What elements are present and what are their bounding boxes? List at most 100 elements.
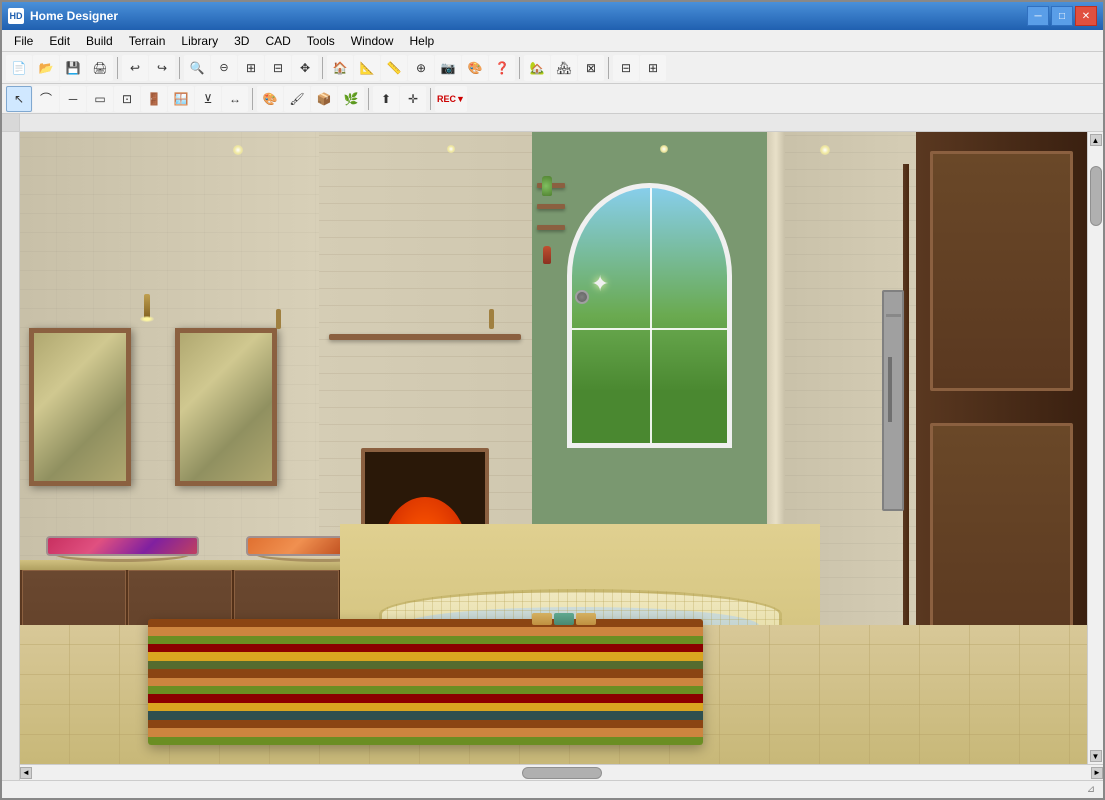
paint-tool[interactable]: 🎨 <box>257 86 283 112</box>
zoom-in-button[interactable]: 🔍 <box>184 55 210 81</box>
menu-tools[interactable]: Tools <box>299 32 343 50</box>
window-title: Home Designer <box>30 9 1027 23</box>
line-tool[interactable]: ─ <box>60 86 86 112</box>
camera-button[interactable]: 📷 <box>435 55 461 81</box>
menu-edit[interactable]: Edit <box>41 32 78 50</box>
material-tool[interactable]: 🖌 <box>284 86 310 112</box>
shower-fixture <box>882 290 904 511</box>
scroll-down-arrow[interactable]: ▼ <box>1090 750 1102 762</box>
resize-handle[interactable]: ⊿ <box>1083 782 1099 798</box>
toolbar-view-group: 🏠 📐 📏 ⊕ 📷 🎨 ❓ <box>327 55 515 81</box>
top-ruler <box>20 114 1103 132</box>
ceiling-light-1 <box>233 145 243 155</box>
window-frame <box>567 183 731 448</box>
open-button[interactable]: 📂 <box>33 55 59 81</box>
menu-terrain[interactable]: Terrain <box>121 32 174 50</box>
scroll-right-arrow[interactable]: ► <box>1091 767 1103 779</box>
rug-stripe-5 <box>148 652 703 660</box>
rug-stripe-1 <box>148 619 703 627</box>
fill-window-button[interactable]: ⊞ <box>238 55 264 81</box>
starburst: ✦ <box>591 271 609 297</box>
deck-button[interactable]: ⊠ <box>578 55 604 81</box>
elevation-button[interactable]: 📏 <box>381 55 407 81</box>
move-tool[interactable]: ✛ <box>400 86 426 112</box>
menu-file[interactable]: File <box>6 32 41 50</box>
cascade-button[interactable]: ⊟ <box>613 55 639 81</box>
rug <box>148 619 703 745</box>
minimize-button[interactable]: ─ <box>1027 6 1049 26</box>
mirror-left <box>29 328 131 486</box>
menu-library[interactable]: Library <box>173 32 226 50</box>
zoom-out-button[interactable]: ⊖ <box>211 55 237 81</box>
render-button[interactable]: 🎨 <box>462 55 488 81</box>
floor-plan-button[interactable]: 📐 <box>354 55 380 81</box>
rug-stripe-14 <box>148 728 703 736</box>
towel-2 <box>554 613 574 625</box>
shelf-vase-green <box>542 176 552 196</box>
sconce-glow <box>140 316 154 322</box>
save-button[interactable]: 💾 <box>60 55 86 81</box>
left-sconce-1 <box>276 309 281 329</box>
main-view: ✦ <box>20 114 1103 780</box>
arc-tool[interactable]: ⌒ <box>33 86 59 112</box>
scroll-left-arrow[interactable]: ◄ <box>20 767 32 779</box>
viewport-container: ✦ <box>20 132 1103 764</box>
rug-stripe-9 <box>148 686 703 694</box>
menu-cad[interactable]: CAD <box>257 32 298 50</box>
window-tool[interactable]: 🪟 <box>168 86 194 112</box>
menu-bar: File Edit Build Terrain Library 3D CAD T… <box>2 30 1103 52</box>
wall-sconce-center-left <box>140 294 154 322</box>
plant-tool[interactable]: 🌿 <box>338 86 364 112</box>
rug-stripe-12 <box>148 711 703 719</box>
record-button[interactable]: REC▼ <box>435 86 467 112</box>
menu-build[interactable]: Build <box>78 32 121 50</box>
left-sconce-2 <box>489 309 494 329</box>
mirror-right <box>175 328 277 486</box>
rug-stripe-4 <box>148 644 703 652</box>
section-button[interactable]: ⊕ <box>408 55 434 81</box>
shelf-2 <box>537 204 565 209</box>
maximize-button[interactable]: □ <box>1051 6 1073 26</box>
dim-tool[interactable]: ↔ <box>222 86 248 112</box>
toolbar-file-group: 📄 📂 💾 🖨 <box>6 55 113 81</box>
up-arrow-tool[interactable]: ⬆ <box>373 86 399 112</box>
undo-button[interactable]: ↩ <box>122 55 148 81</box>
print-button[interactable]: 🖨 <box>87 55 113 81</box>
tile-button[interactable]: ⊞ <box>640 55 666 81</box>
shower-head <box>886 314 901 317</box>
rug-stripe-2 <box>148 627 703 635</box>
scroll-up-arrow[interactable]: ▲ <box>1090 134 1102 146</box>
sconce-1-body <box>276 309 281 329</box>
room-scene: ✦ <box>20 132 1087 764</box>
menu-3d[interactable]: 3D <box>226 32 257 50</box>
pan-button[interactable]: ✥ <box>292 55 318 81</box>
viewport[interactable]: ✦ <box>20 132 1087 764</box>
menu-help[interactable]: Help <box>401 32 442 50</box>
window-pane-h <box>572 328 726 330</box>
h-scroll-thumb[interactable] <box>522 767 602 779</box>
separator-4 <box>519 57 520 79</box>
zoom-box-button[interactable]: ⊟ <box>265 55 291 81</box>
roof-button[interactable]: 🏘 <box>551 55 577 81</box>
new-button[interactable]: 📄 <box>6 55 32 81</box>
wall-tool[interactable]: ▭ <box>87 86 113 112</box>
towels <box>532 613 596 625</box>
redo-button[interactable]: ↪ <box>149 55 175 81</box>
room-tool[interactable]: ⊡ <box>114 86 140 112</box>
stair-tool[interactable]: ⊻ <box>195 86 221 112</box>
close-button[interactable]: ✕ <box>1075 6 1097 26</box>
sep-t2-2 <box>368 88 369 110</box>
content-area: ✦ <box>2 114 1103 780</box>
h-scrollbar: ◄ ► <box>20 764 1103 780</box>
select-tool[interactable]: ↖ <box>6 86 32 112</box>
object-tool[interactable]: 📦 <box>311 86 337 112</box>
door-panel-top <box>930 151 1073 391</box>
view-3d-button[interactable]: 🏠 <box>327 55 353 81</box>
door-tool[interactable]: 🚪 <box>141 86 167 112</box>
left-ruler <box>2 132 20 780</box>
rug-stripe-10 <box>148 694 703 702</box>
v-scroll-thumb[interactable] <box>1090 166 1102 226</box>
help-button[interactable]: ❓ <box>489 55 515 81</box>
ext-view-button[interactable]: 🏡 <box>524 55 550 81</box>
menu-window[interactable]: Window <box>343 32 402 50</box>
